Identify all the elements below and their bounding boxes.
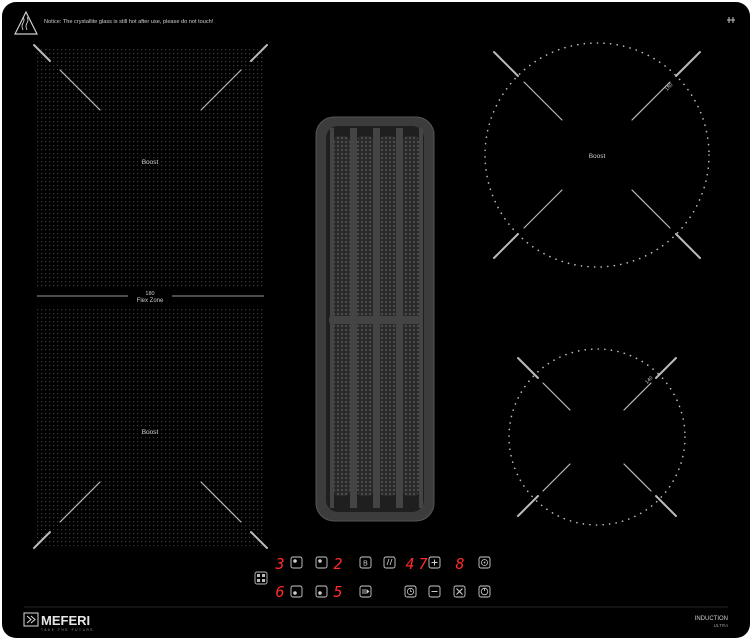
boost-button-label: B xyxy=(363,561,368,568)
series-sub: ULTRA xyxy=(714,623,728,628)
power-level-flex-upper: 3 xyxy=(274,555,284,573)
series-name: INDUCTION xyxy=(695,616,728,622)
fan-level-display: 4 xyxy=(405,555,414,573)
brand-name: MEFERI xyxy=(41,613,90,628)
power-level-vent-left: 2 xyxy=(333,555,342,573)
brand-tagline: TAKE THE FUTURE xyxy=(41,628,94,632)
flex-zone-label: Flex Zone xyxy=(137,298,164,304)
flex-upper-boost-label: Boost xyxy=(142,159,159,166)
flex-zone-size: 180 xyxy=(145,291,154,297)
timer-display: 7 xyxy=(418,555,427,573)
power-level-rear-right: 8 xyxy=(455,555,464,573)
power-level-front-right: 5 xyxy=(333,583,342,601)
rear-right-boost-label: Boost xyxy=(589,153,606,160)
flex-zone-upper[interactable] xyxy=(37,48,264,288)
hot-glass-notice: Notice: The crystallite glass is still h… xyxy=(44,19,214,25)
flex-zone-lower[interactable] xyxy=(37,306,264,546)
induction-cooktop: Notice: The crystallite glass is still h… xyxy=(2,2,750,638)
power-level-flex-lower: 6 xyxy=(275,583,284,601)
downdraft-vent-grille xyxy=(315,116,435,522)
flex-lower-boost-label: Boost xyxy=(142,429,159,436)
